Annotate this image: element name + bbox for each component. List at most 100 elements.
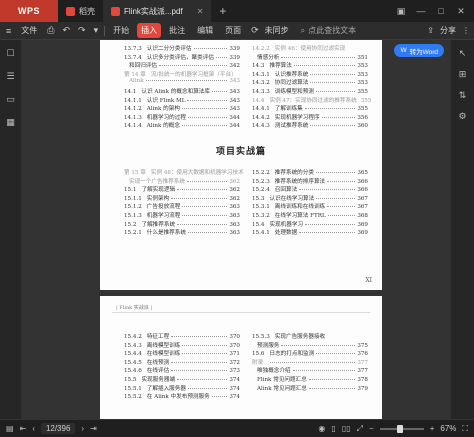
fullscreen-icon[interactable]: ⛶ — [462, 424, 468, 434]
close-window-icon[interactable]: ✕ — [452, 6, 470, 17]
toc-entry[interactable]: 15.4.6 在线评估 373 — [124, 366, 240, 374]
tab-docer[interactable]: 稻壳 — [58, 0, 103, 22]
menu-start[interactable]: 开始 — [109, 23, 133, 38]
more-dropdown-icon[interactable]: ▾ — [92, 25, 101, 36]
toc-entry[interactable]: Flink 常见问题汇总 378 — [252, 375, 368, 383]
thumbnail-icon[interactable]: ▦ — [6, 117, 15, 128]
toc-entry[interactable]: Alink 常见问题汇总 379 — [252, 384, 368, 392]
menu-file[interactable]: 文件 — [17, 23, 41, 38]
zoom-in-icon[interactable]: + — [430, 424, 435, 433]
double-page-icon[interactable]: ▯▯ — [342, 424, 351, 433]
toc-entry[interactable]: 15.1 了解实现逻辑 362 — [124, 185, 240, 193]
close-tab-icon[interactable]: ✕ — [197, 7, 204, 16]
toc-entry[interactable]: 14.4 实例 47：实现协同过滤的推荐系统 355 — [252, 96, 371, 104]
toc-entry[interactable]: 15.5.2 在 Alink 中发布预测服务 374 — [124, 392, 240, 400]
toc-entry[interactable]: 15.3.2 在线学习算法 FTRL 368 — [252, 211, 368, 219]
toc-entry[interactable]: 14.1 认识 Alink 的概念和算法库 343 — [124, 87, 240, 95]
toc-entry[interactable]: 15.4 实现机器学习 369 — [252, 220, 368, 228]
toc-entry[interactable]: 预测服务 375 — [252, 341, 368, 349]
menu-edit[interactable]: 编辑 — [193, 23, 217, 38]
comment-icon[interactable]: ▭ — [6, 94, 15, 105]
toc-entry[interactable]: 14.3.2 协同过滤算法 353 — [252, 78, 368, 86]
menu-comment[interactable]: 批注 — [165, 23, 189, 38]
wps-logo[interactable]: WPS — [0, 0, 58, 22]
toc-entry[interactable]: 15.2 了解推荐系统 363 — [124, 220, 240, 228]
toc-entry[interactable]: 14.1.1 认识 Flink ML 343 — [124, 96, 240, 104]
last-page-icon[interactable]: ⇥ — [90, 424, 97, 433]
toc-entry[interactable]: 15.5.1 了解插入服务器 374 — [124, 384, 240, 392]
toc-entry[interactable]: 和回归评估 342 — [124, 61, 240, 69]
toc-entry[interactable]: 14.1.2 Alink 的架构 343 — [124, 104, 240, 112]
toc-entry[interactable]: 15.4.4 在线模型训练 371 — [124, 349, 240, 357]
toc-entry[interactable]: 15.6 日志的打点和监测 376 — [252, 349, 368, 357]
toc-entry[interactable]: 14.4.2 实现机器学习程序 356 — [252, 113, 368, 121]
toc-entry[interactable]: 13.7.3 认识二分分类评估 339 — [124, 44, 240, 52]
new-tab-button[interactable]: + — [211, 4, 234, 18]
toc-entry[interactable]: 15.1.3 机器学习流程 363 — [124, 211, 240, 219]
hamburger-menu-icon[interactable]: ≡ — [4, 26, 13, 36]
toc-entry[interactable]: 15.2.4 召回算法 366 — [252, 185, 368, 193]
cursor-icon[interactable]: ↖ — [459, 48, 467, 59]
toc-entry[interactable]: 15.5 实现服务器端 374 — [124, 375, 240, 383]
toc-entry[interactable]: 15.3 认识在线学习算法 367 — [252, 194, 368, 202]
single-page-icon[interactable]: ▯ — [331, 424, 335, 433]
sync-status[interactable]: 未同步 — [265, 23, 293, 38]
settings-icon[interactable]: ⚙ — [458, 111, 466, 122]
zoom-slider[interactable] — [379, 424, 424, 433]
document-view[interactable]: 13.7.3 认识二分分类评估 339 13.7.4 认识多分类评估，聚类评估 339 和回… — [22, 40, 450, 419]
minimize-icon[interactable]: — — [412, 6, 430, 17]
first-page-icon[interactable]: ⇤ — [20, 424, 27, 433]
toc-entry[interactable]: 第 14 章流/批统一的机器学习框架（平台） — [124, 70, 240, 78]
toc-entry[interactable]: 第 15 章实例 48：使用大数据和机器学习技术 — [124, 168, 244, 176]
toc-entry[interactable]: 13.7.4 认识多分类评估，聚类评估 339 — [124, 53, 240, 61]
toc-entry[interactable]: 附录 377 — [252, 358, 368, 366]
page-indicator[interactable]: 12/396 — [40, 423, 76, 434]
maximize-icon[interactable]: □ — [432, 6, 450, 17]
toc-entry[interactable]: 14.3.1 认识推荐系统 353 — [252, 70, 368, 78]
toc-entry[interactable]: 14.3 推荐算法 353 — [252, 61, 368, 69]
toc-entry[interactable]: 15.3.1 离线训练和在线训练 367 — [252, 202, 368, 210]
toc-entry[interactable]: 14.4.1 了解训练集 355 — [252, 104, 368, 112]
fit-icon[interactable]: ⤢ — [357, 424, 363, 434]
outline-icon[interactable]: ☰ — [6, 71, 14, 82]
print-icon[interactable]: ⎙ — [45, 25, 56, 36]
toc-entry[interactable]: 14.2.2 实例 46：使用协同过滤实现 — [252, 44, 368, 52]
toc-entry[interactable]: 15.4.1 处理数据 369 — [252, 228, 368, 236]
toc-entry[interactable]: 情感分析 351 — [252, 53, 368, 61]
toc-entry[interactable]: 15.4.2 特征工程 370 — [124, 332, 240, 340]
layout-icon[interactable]: ▣ — [392, 6, 410, 17]
toc-entry[interactable]: 实现一个广告推荐系统 362 — [124, 177, 240, 185]
convert-to-word-button[interactable]: W 转为Word — [394, 44, 444, 57]
zoom-level[interactable]: 67% — [440, 424, 456, 433]
toc-entry[interactable]: Alink 343 — [124, 78, 240, 84]
share-icon[interactable]: ⇪ — [427, 26, 434, 35]
adjust-icon[interactable]: ⇅ — [459, 90, 467, 101]
toc-entry[interactable]: 15.1.1 实例架构 362 — [124, 194, 240, 202]
eye-icon[interactable]: ◉ — [318, 424, 325, 433]
toc-entry[interactable]: 15.2.3 推荐系统的排序算法 366 — [252, 177, 368, 185]
toc-entry[interactable]: 15.1.2 广告投放流程 363 — [124, 202, 240, 210]
tab-pdf[interactable]: Flink实战派...pdf ✕ — [103, 0, 212, 22]
prev-page-icon[interactable]: ‹ — [32, 424, 35, 433]
thumbnails-icon[interactable]: ▤ — [6, 424, 14, 433]
toc-entry[interactable]: 15.2.1 什么是推荐系统 363 — [124, 228, 240, 236]
toc-entry[interactable]: 14.1.4 Alink 的概念 344 — [124, 121, 240, 129]
properties-icon[interactable]: ⊞ — [459, 69, 467, 80]
next-page-icon[interactable]: › — [81, 424, 84, 433]
zoom-slider-knob[interactable] — [396, 424, 403, 433]
toc-entry[interactable]: 15.4.5 在线预测 372 — [124, 358, 240, 366]
bookmark-icon[interactable]: ☐ — [6, 48, 14, 59]
toc-entry[interactable]: 14.3.3 训练模型和预测 355 — [252, 87, 368, 95]
menu-insert[interactable]: 插入 — [137, 23, 162, 38]
zoom-out-icon[interactable]: − — [369, 424, 374, 433]
toc-entry[interactable]: 15.4.3 离线模型训练 370 — [124, 341, 240, 349]
toc-entry[interactable]: 15.2.2 推荐系统的分类 365 — [252, 168, 368, 176]
search-box[interactable]: ⌕ 点此查找文本 — [301, 25, 356, 36]
more-icon[interactable]: ⋮ — [462, 26, 470, 35]
toc-entry[interactable]: 唯独概念介绍 377 — [252, 366, 368, 374]
toc-entry[interactable]: 14.1.3 机器学习的过程 344 — [124, 113, 240, 121]
redo-icon[interactable]: ↷ — [76, 25, 88, 36]
menu-page[interactable]: 页面 — [221, 23, 245, 38]
toc-entry[interactable]: 15.5.3 实现广告服务器接收 — [252, 332, 368, 340]
share-button[interactable]: 分享 — [440, 25, 456, 36]
